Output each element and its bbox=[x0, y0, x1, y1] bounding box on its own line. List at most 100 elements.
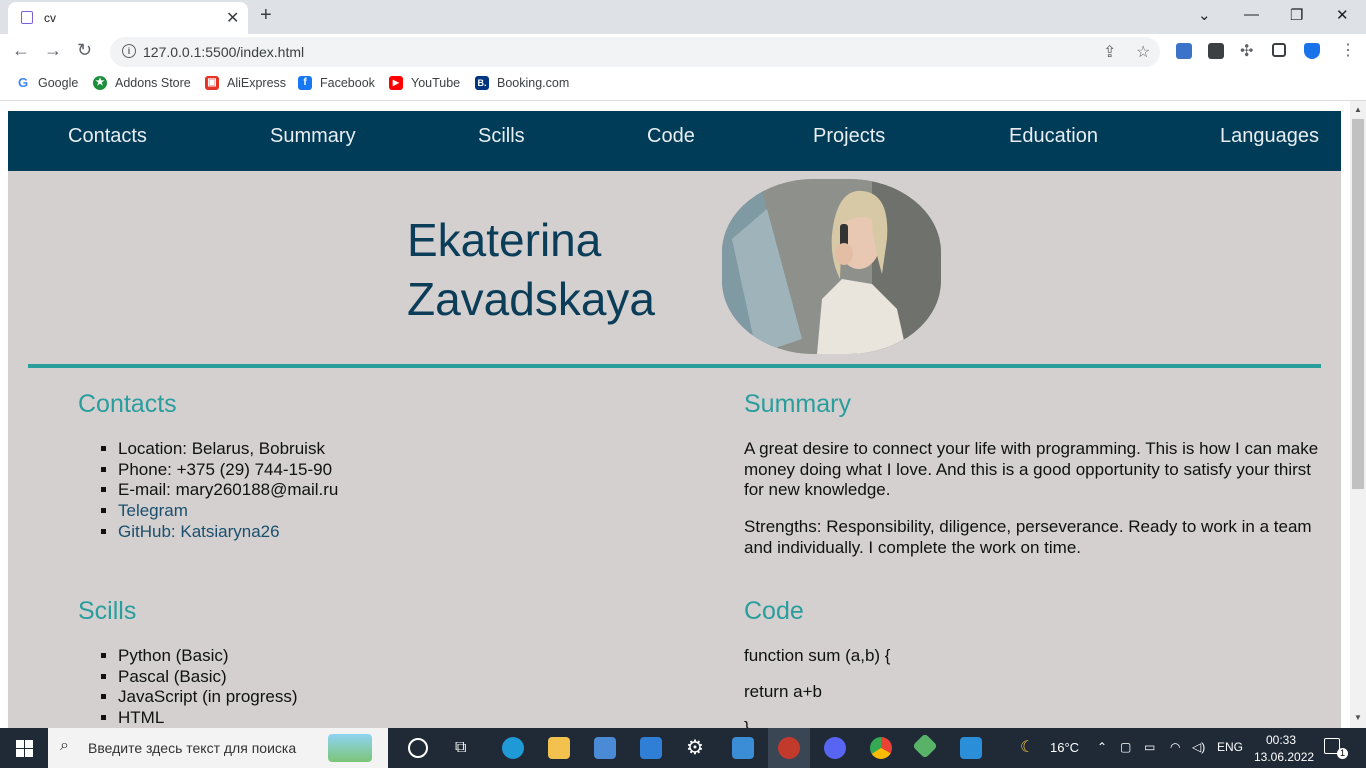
new-tab-button[interactable]: + bbox=[260, 4, 272, 27]
bookmark-facebook[interactable]: f Facebook bbox=[298, 76, 375, 90]
list-item: Location: Belarus, Bobruisk bbox=[118, 439, 338, 460]
nav-summary[interactable]: Summary bbox=[270, 125, 356, 148]
scroll-down-icon[interactable]: ▼ bbox=[1354, 713, 1362, 722]
microsoft-store-icon[interactable] bbox=[594, 737, 616, 759]
scroll-up-icon[interactable]: ▲ bbox=[1354, 105, 1362, 114]
discord-icon[interactable] bbox=[824, 737, 846, 759]
nav-languages[interactable]: Languages bbox=[1220, 125, 1319, 148]
browser-tab[interactable]: cv ✕ bbox=[8, 2, 248, 34]
chrome-icon[interactable] bbox=[870, 737, 892, 759]
code-line: function sum (a,b) { bbox=[744, 646, 891, 665]
code-line: } bbox=[744, 718, 750, 728]
profile-photo-image bbox=[722, 179, 941, 354]
search-icon: ⌕ bbox=[60, 737, 69, 754]
input-language[interactable]: ENG bbox=[1217, 740, 1243, 754]
list-item: JavaScript (in progress) bbox=[118, 687, 298, 708]
edge-browser-icon[interactable] bbox=[502, 737, 524, 759]
reload-icon[interactable]: ↻ bbox=[77, 40, 92, 61]
bookmark-label: AliExpress bbox=[227, 76, 287, 90]
bookmark-addons-store[interactable]: ★ Addons Store bbox=[93, 76, 191, 90]
clock-time[interactable]: 00:33 bbox=[1266, 733, 1296, 747]
youtube-icon: ▶ bbox=[389, 76, 403, 90]
settings-gear-icon[interactable]: ⚙ bbox=[686, 735, 704, 760]
shield-extension-icon[interactable] bbox=[1304, 43, 1320, 59]
close-window-icon[interactable]: ✕ bbox=[1336, 6, 1349, 24]
summary-paragraph: A great desire to connect your life with… bbox=[744, 439, 1319, 500]
bookmark-label: YouTube bbox=[411, 76, 461, 90]
puzzle-extensions-icon[interactable]: ✣ bbox=[1240, 41, 1253, 61]
first-name: Ekaterina bbox=[407, 214, 602, 266]
address-bar[interactable]: i 127.0.0.1:5500/index.html ⇪ ☆ bbox=[110, 37, 1160, 67]
bookmark-star-icon[interactable]: ☆ bbox=[1136, 42, 1150, 62]
nav-code[interactable]: Code bbox=[647, 125, 695, 148]
site-info-icon[interactable]: i bbox=[122, 44, 136, 58]
gitkraken-icon[interactable] bbox=[912, 733, 938, 759]
weather-moon-icon[interactable]: ☾ bbox=[1020, 737, 1034, 757]
telegram-link[interactable]: Telegram bbox=[118, 501, 188, 520]
cv-page: Contacts Summary Scills Code Projects Ed… bbox=[8, 111, 1341, 728]
bookmarks-bar: G Google ★ Addons Store ▣ AliExpress f F… bbox=[0, 70, 1366, 101]
strengths-paragraph: Strengths: Responsibility, diligence, pe… bbox=[744, 517, 1312, 557]
bookmark-label: Facebook bbox=[320, 76, 375, 90]
google-icon: G bbox=[16, 75, 30, 90]
github-link-item[interactable]: GitHub: Katsiaryna26 bbox=[118, 522, 338, 543]
aliexpress-icon: ▣ bbox=[205, 76, 219, 90]
browser-toolbar: ← → ↻ i 127.0.0.1:5500/index.html ⇪ ☆ ✣ … bbox=[0, 34, 1366, 70]
addons-store-icon: ★ bbox=[93, 76, 107, 90]
wifi-icon[interactable]: ◠ bbox=[1170, 740, 1180, 754]
mail-icon[interactable] bbox=[640, 737, 662, 759]
list-item: Pascal (Basic) bbox=[118, 667, 298, 688]
summary-heading: Summary bbox=[744, 390, 851, 418]
contacts-heading: Contacts bbox=[78, 390, 177, 418]
control-panel-icon[interactable] bbox=[732, 737, 754, 759]
weather-temperature[interactable]: 16°C bbox=[1050, 740, 1079, 755]
scrollbar-thumb[interactable] bbox=[1352, 119, 1364, 489]
search-placeholder: Введите здесь текст для поиска bbox=[88, 740, 297, 756]
cortana-icon[interactable] bbox=[408, 738, 428, 758]
antivirus-app-icon[interactable] bbox=[778, 737, 800, 759]
site-nav: Contacts Summary Scills Code Projects Ed… bbox=[8, 111, 1341, 171]
nav-projects[interactable]: Projects bbox=[813, 125, 885, 148]
contacts-list: Location: Belarus, Bobruisk Phone: +375 … bbox=[78, 439, 338, 543]
bookmark-google[interactable]: G Google bbox=[16, 76, 78, 90]
back-icon[interactable]: ← bbox=[12, 40, 30, 61]
menu-kebab-icon[interactable]: ⋮ bbox=[1340, 40, 1356, 60]
bookmark-booking[interactable]: B. Booking.com bbox=[475, 76, 569, 90]
volume-icon[interactable]: ◁) bbox=[1192, 740, 1205, 754]
clock-date[interactable]: 13.06.2022 bbox=[1254, 750, 1314, 764]
nav-education[interactable]: Education bbox=[1009, 125, 1098, 148]
profile-photo bbox=[722, 179, 941, 354]
list-item: Python (Basic) bbox=[118, 646, 298, 667]
tab-search-icon[interactable]: ⌄ bbox=[1198, 6, 1211, 24]
battery-icon[interactable]: ▭ bbox=[1144, 740, 1155, 754]
scills-heading: Scills bbox=[78, 597, 137, 625]
bookmark-label: Booking.com bbox=[497, 76, 570, 90]
vscode-icon[interactable] bbox=[960, 737, 982, 759]
windows-start-icon[interactable] bbox=[16, 740, 33, 757]
meet-icon[interactable]: ▢ bbox=[1120, 740, 1131, 754]
tray-chevron-icon[interactable]: ⌃ bbox=[1097, 740, 1107, 754]
restore-icon[interactable]: ❐ bbox=[1290, 6, 1303, 24]
telegram-link-item[interactable]: Telegram bbox=[118, 501, 338, 522]
extension-icon[interactable] bbox=[1208, 43, 1224, 59]
facebook-icon: f bbox=[298, 76, 312, 90]
minimize-icon[interactable]: — bbox=[1244, 6, 1259, 23]
list-item: E-mail: mary260188@mail.ru bbox=[118, 480, 338, 501]
task-view-icon[interactable]: ⧉ bbox=[455, 739, 466, 757]
nav-scills[interactable]: Scills bbox=[478, 125, 525, 148]
url-text[interactable]: 127.0.0.1:5500/index.html bbox=[143, 44, 304, 60]
page-scrollbar[interactable]: ▲ ▼ bbox=[1350, 101, 1366, 728]
file-explorer-icon[interactable] bbox=[548, 737, 570, 759]
forward-icon[interactable]: → bbox=[44, 40, 62, 61]
side-panel-icon[interactable] bbox=[1272, 43, 1286, 57]
share-icon[interactable]: ⇪ bbox=[1103, 42, 1116, 62]
bookmark-aliexpress[interactable]: ▣ AliExpress bbox=[205, 76, 286, 90]
tab-close-icon[interactable]: ✕ bbox=[226, 8, 239, 28]
code-heading: Code bbox=[744, 597, 804, 625]
github-link[interactable]: GitHub: Katsiaryna26 bbox=[118, 522, 280, 541]
nav-contacts[interactable]: Contacts bbox=[68, 125, 147, 148]
page-viewport: Contacts Summary Scills Code Projects Ed… bbox=[0, 101, 1366, 728]
taskbar-search-box[interactable]: ⌕ Введите здесь текст для поиска bbox=[48, 728, 388, 768]
bookmark-youtube[interactable]: ▶ YouTube bbox=[389, 76, 460, 90]
adblock-extension-icon[interactable] bbox=[1176, 43, 1192, 59]
